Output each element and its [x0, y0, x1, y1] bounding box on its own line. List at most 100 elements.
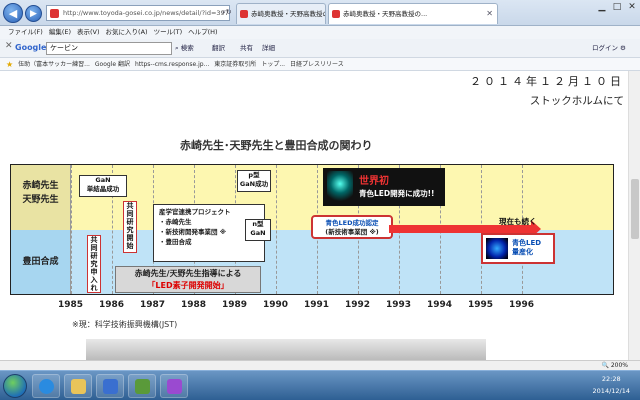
year-axis: 1985 1986 1987 1988 1989 1990 1991 1992 … [10, 300, 614, 310]
menu-edit[interactable]: 編集(E) [49, 26, 71, 39]
taskbar-app-2[interactable] [128, 374, 156, 398]
details-button[interactable]: 詳細 [262, 42, 275, 55]
favorite-item[interactable]: トップ... [261, 58, 285, 70]
box-line: GaN [250, 229, 266, 237]
mass-line: 青色LED [512, 239, 542, 247]
year-label: 1994 [427, 300, 453, 310]
forward-arrow-icon: ▶ [30, 9, 37, 19]
close-window-button[interactable]: ✕ [624, 0, 640, 14]
year-label: 1985 [58, 300, 84, 310]
login-button[interactable]: ログイン [592, 42, 618, 55]
tab-favicon-icon [332, 10, 340, 18]
tab-favicon-icon [240, 10, 248, 18]
date-line: ２０１４年１２月１０日 [470, 75, 624, 88]
close-toolbar-icon[interactable]: ✕ [5, 41, 13, 51]
search-label: 検索 [180, 44, 194, 52]
gan-single-crystal-box: GaN 単結晶成功 [79, 175, 127, 197]
ptype-gan-box: p型 GaN成功 [237, 170, 271, 192]
favorite-item[interactable]: Google 翻訳 [95, 58, 130, 70]
led-development-guidance-box: 赤崎先生/天野先生指導による 「LED素子開発開始」 [115, 266, 261, 293]
address-bar[interactable]: http://www.toyoda-gosei.co.jp/news/detai… [46, 5, 230, 21]
maximize-button[interactable]: □ [609, 0, 625, 14]
world-first-sub: 青色LED開発に成功!! [359, 189, 435, 198]
lower-photo [86, 339, 486, 360]
place-line: ストックホルムにて [529, 95, 624, 107]
address-tools[interactable]: ⌕↻ [222, 5, 232, 19]
close-tab-icon[interactable]: ✕ [486, 4, 493, 24]
box-line: GaN成功 [239, 180, 269, 188]
system-clock[interactable]: 22:28 2014/12/14 [593, 373, 630, 397]
joint-research-start-box: 共同研究開始 [123, 201, 137, 253]
taskbar-explorer[interactable] [64, 374, 92, 398]
cert-line: 青色LED成功認定 [325, 219, 379, 227]
minimize-button[interactable]: ▁ [594, 0, 610, 14]
world-first-label: 世界初 [359, 176, 389, 187]
menu-tools[interactable]: ツール(T) [154, 26, 183, 39]
row-label-professors: 赤崎先生 天野先生 [11, 165, 71, 230]
settings-button[interactable]: ⚙ [620, 42, 626, 55]
year-label: 1996 [509, 300, 535, 310]
favorite-item[interactable]: 日経プレスリリース [290, 58, 344, 70]
menu-bar: ファイル(F) 編集(E) 表示(V) お気に入り(A) ツール(T) ヘルプ(… [0, 26, 640, 39]
wrench-icon: ⚙ [620, 44, 626, 52]
mass-production-text: 青色LED 量産化 [512, 239, 541, 257]
folder-icon [71, 379, 86, 394]
search-input[interactable]: ケービン [46, 42, 172, 55]
cert-line: (新技術事業団 ※) [325, 228, 379, 236]
row-label-toyoda: 豊田合成 [11, 230, 71, 294]
taskbar-ie[interactable] [32, 374, 60, 398]
taskbar: 22:28 2014/12/14 [0, 370, 640, 400]
search-icon: ⌕ [175, 44, 179, 52]
project-item: ・豊田合成 [159, 238, 192, 246]
year-label: 1987 [140, 300, 166, 310]
vertical-scrollbar[interactable] [628, 71, 640, 360]
refresh-icon: ↻ [225, 8, 232, 16]
box-line: GaN [95, 176, 111, 184]
grid-line [71, 165, 72, 294]
app-icon [167, 379, 182, 394]
clock-date: 2014/12/14 [592, 387, 630, 395]
menu-favorites[interactable]: お気に入り(A) [106, 26, 148, 39]
favorites-bar: ★ 伍助（富本サッカー練習... Google 翻訳 https--cms.re… [0, 58, 640, 71]
back-button[interactable]: ◀ [3, 3, 23, 23]
menu-view[interactable]: 表示(V) [77, 26, 100, 39]
timeline-chart: 赤崎先生 天野先生 豊田合成 GaN 単結晶成功 共同研究開始 共同研究申入れ … [10, 164, 614, 295]
share-button[interactable]: 共有 [240, 42, 253, 55]
favorites-star-icon[interactable]: ★ [6, 58, 13, 70]
tab-1[interactable]: 赤崎奥教授・天野高教授の... [236, 3, 326, 24]
search-button[interactable]: ⌕ 検索 [175, 42, 194, 55]
taskbar-app-1[interactable] [96, 374, 124, 398]
project-item: ・新技術開発事業団 ※ [159, 228, 227, 236]
tab-2-active[interactable]: 赤崎奥教授・天野高教授の... ✕ [328, 3, 498, 24]
title-bar: ◀ ▶ http://www.toyoda-gosei.co.jp/news/d… [0, 0, 640, 26]
box-line: n型 [252, 220, 264, 228]
app-icon [103, 379, 118, 394]
joint-research-apply-box: 共同研究申入れ [87, 235, 101, 293]
translate-button[interactable]: 翻訳 [212, 42, 225, 55]
taskbar-app-3[interactable] [160, 374, 188, 398]
blue-led-certified-box: 青色LED成功認定 (新技術事業団 ※) [311, 215, 393, 239]
scroll-thumb[interactable] [631, 179, 639, 239]
menu-help[interactable]: ヘルプ(H) [188, 26, 217, 39]
favorite-item[interactable]: 伍助（富本サッカー練習... [18, 58, 90, 70]
menu-file[interactable]: ファイル(F) [8, 26, 43, 39]
year-label: 1995 [468, 300, 494, 310]
status-bar: 🔍 200% [0, 360, 640, 370]
guide-line-highlight: 「LED素子開発開始」 [147, 281, 229, 290]
forward-button[interactable]: ▶ [25, 5, 42, 22]
google-logo: Google [15, 43, 47, 52]
back-arrow-icon: ◀ [8, 7, 18, 20]
year-label: 1988 [181, 300, 207, 310]
page-content: ２０１４年１２月１０日 ストックホルムにて 赤崎先生･天野先生と豊田合成の関わり… [0, 71, 628, 360]
tab-2-label: 赤崎奥教授・天野高教授の... [343, 10, 428, 18]
mass-production-box: 青色LED 量産化 [481, 233, 555, 264]
favorite-item[interactable]: https--cms.response.jp... [135, 58, 209, 70]
start-button[interactable] [3, 374, 27, 398]
favorite-item[interactable]: 東京証券取引所 [214, 58, 256, 70]
footnote: ※現：科学技術振興機構(JST) [72, 320, 178, 329]
row-label-line: 天野先生 [22, 195, 59, 205]
tab-1-label: 赤崎奥教授・天野高教授の... [251, 10, 325, 18]
guide-line: 赤崎先生/天野先生指導による [134, 269, 242, 278]
mass-line: 量産化 [512, 248, 533, 256]
project-item: ・赤崎先生 [159, 218, 192, 226]
